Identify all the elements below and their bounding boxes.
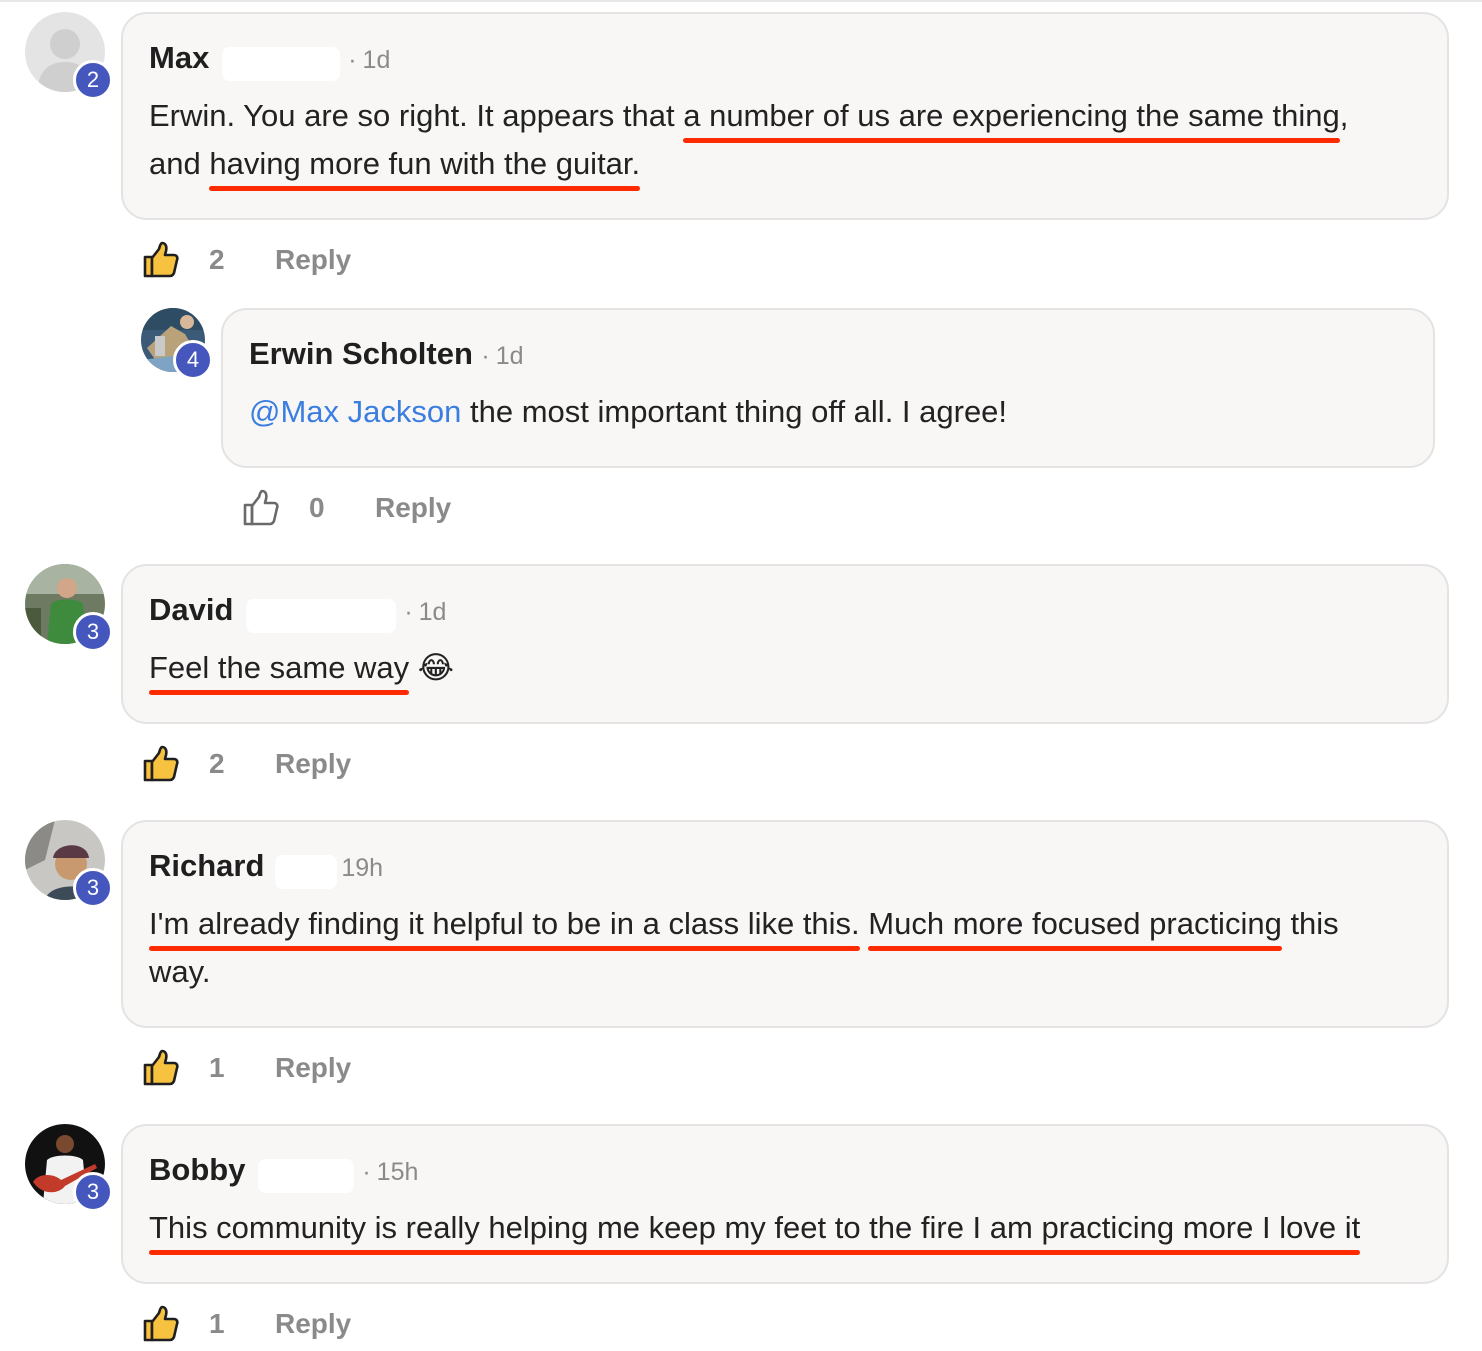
author-name[interactable]: Erwin Scholten xyxy=(249,336,473,371)
highlighted-text: Much more focused practicing xyxy=(868,906,1282,941)
redaction xyxy=(245,598,396,633)
author-name[interactable]: David xyxy=(149,592,233,627)
reply-button[interactable]: Reply xyxy=(375,492,451,524)
like-count: 2 xyxy=(209,748,225,779)
separator-dot: · xyxy=(348,46,357,74)
top-divider xyxy=(0,0,1482,2)
like-count: 2 xyxy=(209,244,225,275)
comment-text: This community is really helping me keep… xyxy=(149,1204,1439,1252)
highlighted-text: I'm already finding it helpful to be in … xyxy=(149,906,860,941)
thumbs-up-icon[interactable] xyxy=(141,240,181,280)
thumbs-up-icon[interactable] xyxy=(141,1304,181,1344)
like-count: 0 xyxy=(309,492,325,523)
level-badge: 4 xyxy=(173,340,213,380)
thumbs-up-icon[interactable] xyxy=(141,1048,181,1088)
separator-dot: · xyxy=(404,598,413,626)
reply-button[interactable]: Reply xyxy=(275,748,351,780)
redaction xyxy=(257,1158,354,1193)
timestamp: 15h xyxy=(376,1158,419,1186)
author-name[interactable]: Bobby xyxy=(149,1152,245,1187)
timestamp: 1d xyxy=(495,342,524,370)
level-badge: 3 xyxy=(73,868,113,908)
like-count: 1 xyxy=(209,1308,225,1339)
timestamp: 19h xyxy=(341,854,384,882)
comment-bubble: David · 1d Feel the same way 😂 xyxy=(121,564,1449,724)
comment-bubble: Bobby · 15h This community is really help… xyxy=(121,1124,1449,1284)
reply-button[interactable]: Reply xyxy=(275,1052,351,1084)
highlighted-text: This community is really helping me keep… xyxy=(149,1210,1361,1245)
comment-actions: 2 Reply xyxy=(141,240,351,280)
comment-text: Erwin. You are so right. It appears that… xyxy=(149,98,1349,181)
user-mention-link[interactable]: @Max Jackson xyxy=(249,394,461,429)
highlighted-text: Feel the same way xyxy=(149,650,410,685)
comment-actions: 0 Reply xyxy=(241,488,451,528)
level-badge: 3 xyxy=(73,612,113,652)
highlighted-text: having more fun with the guitar. xyxy=(209,146,641,181)
reply-button[interactable]: Reply xyxy=(275,1308,351,1340)
comment-bubble: Richard 19h I'm already finding it helpf… xyxy=(121,820,1449,1028)
comment-bubble: Max · 1d Erwin. You are so right. It appe… xyxy=(121,12,1449,220)
timestamp: 1d xyxy=(418,598,447,626)
comment-text: @Max Jackson the most important thing of… xyxy=(249,394,1008,429)
level-badge: 3 xyxy=(73,1172,113,1212)
comment-text: I'm already finding it helpful to be in … xyxy=(149,906,1339,989)
separator-dot: · xyxy=(362,1158,371,1186)
author-name[interactable]: Max xyxy=(149,40,209,75)
comment-actions: 2 Reply xyxy=(141,744,351,784)
level-badge: 2 xyxy=(73,60,113,100)
thumbs-up-icon[interactable] xyxy=(241,488,281,528)
like-count: 1 xyxy=(209,1052,225,1083)
laughing-emoji-icon: 😂 xyxy=(417,650,455,685)
comment-actions: 1 Reply xyxy=(141,1048,351,1088)
highlighted-text: a number of us are experiencing the same… xyxy=(683,98,1340,133)
reply-button[interactable]: Reply xyxy=(275,244,351,276)
timestamp: 1d xyxy=(362,46,391,74)
author-name[interactable]: Richard xyxy=(149,848,264,883)
separator-dot: · xyxy=(481,342,490,370)
redaction xyxy=(221,46,340,81)
comment-bubble: Erwin Scholten · 1d @Max Jackson the most… xyxy=(221,308,1435,468)
comment-text: Feel the same way 😂 xyxy=(149,644,1439,692)
redaction xyxy=(274,854,337,889)
thumbs-up-icon[interactable] xyxy=(141,744,181,784)
comment-actions: 1 Reply xyxy=(141,1304,351,1344)
